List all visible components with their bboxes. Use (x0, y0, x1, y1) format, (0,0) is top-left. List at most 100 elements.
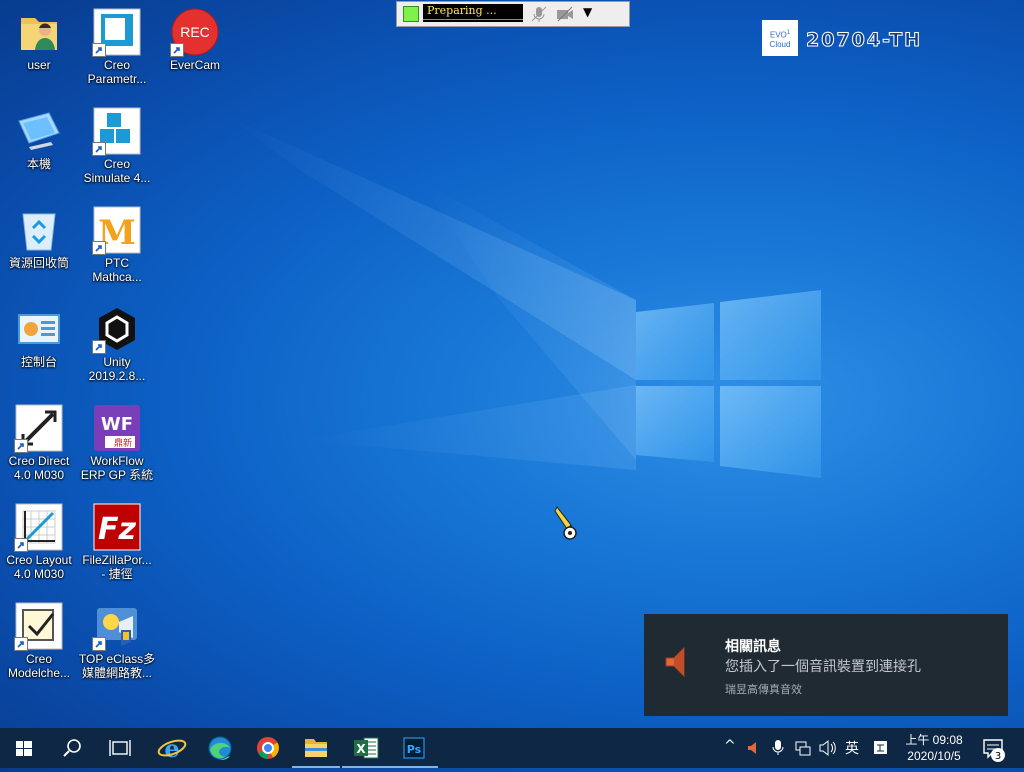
notification-source: 瑞昱高傳真音效 (725, 683, 802, 696)
evo-badge-line2: Cloud (769, 39, 791, 49)
windows-logo (636, 290, 821, 478)
desktop-icon-label: user (27, 58, 51, 72)
volume-icon[interactable] (818, 739, 838, 757)
task-view-icon[interactable] (96, 728, 144, 768)
desktop-icon-label: 資源回收筒 (8, 256, 69, 270)
evo-badge-sup: 1 (786, 30, 791, 36)
workflow-erp-sub-text: 鼎新 (114, 437, 132, 449)
desktop-icon-label: TOP eClass多 媒體網路教... (78, 652, 156, 680)
taskbar-clock[interactable]: 上午 09:08 2020/10/5 (898, 732, 970, 764)
shortcut-arrow-icon (14, 637, 28, 651)
workflow-erp-badge-text: WF (101, 414, 133, 435)
recorder-status-indicator (403, 6, 419, 22)
excel-text: X (356, 742, 366, 756)
show-hidden-icons-chevron[interactable]: ^ (724, 738, 736, 754)
ptc-mathcad-icon: M (92, 206, 141, 255)
svg-text:e: e (164, 734, 179, 763)
action-center-icon[interactable]: 3 (972, 728, 1024, 768)
desktop-icon-user[interactable]: user (0, 2, 78, 98)
creo-modelcheck-icon (14, 602, 63, 651)
creo-layout-icon (14, 503, 63, 552)
file-explorer-icon[interactable] (292, 728, 340, 768)
desktop-icon-creo-direct[interactable]: Creo Direct 4.0 M030 (0, 398, 78, 494)
desktop-icon-recycle-bin[interactable]: 資源回收筒 (0, 200, 78, 296)
shortcut-arrow-icon (92, 142, 106, 156)
desktop-icon-label: WorkFlow ERP GP 系統 (80, 454, 154, 482)
desktop-icon-label: Creo Parametr... (87, 58, 147, 86)
desktop-icon-ptc-mathcad[interactable]: M PTC Mathca... (78, 200, 156, 296)
desktop-icon-label: PTC Mathca... (92, 256, 142, 284)
desktop-icon-creo-parametric[interactable]: Creo Parametr... (78, 2, 156, 98)
shortcut-arrow-icon (92, 43, 106, 57)
desktop-icon-label: Creo Layout 4.0 M030 (6, 553, 72, 581)
photoshop-text: Ps (407, 743, 422, 756)
microphone-icon[interactable] (772, 739, 784, 757)
evo-cloud-badge: EVO1 Cloud (762, 20, 798, 56)
notification-title: 相關訊息 (725, 639, 781, 655)
evercam-rec-text: REC (180, 24, 210, 40)
desktop-icon-creo-simulate[interactable]: Creo Simulate 4... (78, 101, 156, 197)
machine-name: 20704-TH (805, 29, 923, 52)
desktop-icon-workflow-erp[interactable]: WF 鼎新 WorkFlow ERP GP 系統 (78, 398, 156, 494)
desktop-icon-label: Creo Simulate 4... (83, 157, 151, 185)
clock-date: 2020/10/5 (907, 749, 961, 763)
desktop-icon-creo-modelcheck[interactable]: Creo Modelche... (0, 596, 78, 692)
creo-direct-icon (14, 404, 63, 453)
shortcut-arrow-icon (14, 439, 28, 453)
photoshop-icon[interactable]: Ps (390, 728, 438, 768)
user-folder-icon (15, 8, 63, 56)
pen-cursor-icon (554, 506, 577, 540)
creo-simulate-icon (92, 107, 141, 156)
unity-icon (92, 305, 141, 354)
internet-explorer-icon[interactable]: e (148, 728, 196, 768)
workflow-erp-icon: WF 鼎新 (93, 404, 141, 452)
desktop-icon-filezilla[interactable]: Fz FileZillaPor... - 捷徑 (78, 497, 156, 593)
desktop-icon-evercam[interactable]: REC EverCam (156, 2, 234, 98)
desktop-icon-label: 本機 (26, 157, 51, 171)
network-icon[interactable] (794, 739, 812, 757)
desktop-icon-label: FileZillaPor... - 捷徑 (82, 553, 152, 581)
clock-time: 上午 09:08 (905, 733, 963, 747)
filezilla-icon: Fz (93, 503, 141, 551)
recorder-status-text: Preparing ... (423, 4, 523, 22)
svg-text:Fz: Fz (98, 512, 136, 547)
notification-count-badge: 3 (995, 751, 1001, 762)
taskbar: e X Ps ^ 英 3 (0, 728, 1024, 768)
chrome-icon[interactable] (244, 728, 292, 768)
speaker-icon[interactable] (746, 740, 762, 756)
creo-parametric-icon (92, 8, 141, 57)
windows-start-icon[interactable] (0, 728, 48, 768)
shortcut-arrow-icon (92, 340, 106, 354)
evercam-rec-icon: REC (170, 8, 219, 57)
shortcut-arrow-icon (92, 637, 106, 651)
edge-icon[interactable] (196, 728, 244, 768)
shortcut-arrow-icon (92, 241, 106, 255)
this-pc-icon (15, 107, 63, 155)
recorder-toolbar: Preparing ... ▼ (396, 1, 630, 27)
top-eclass-icon (92, 602, 141, 651)
microphone-muted-icon[interactable] (529, 4, 549, 24)
recycle-bin-icon (15, 206, 63, 254)
desktop-icon-this-pc[interactable]: 本機 (0, 101, 78, 197)
desktop-icon-creo-layout[interactable]: Creo Layout 4.0 M030 (0, 497, 78, 593)
desktop-icon-top-eclass[interactable]: TOP eClass多 媒體網路教... (78, 596, 156, 692)
desktop-icon-label: Creo Modelche... (7, 652, 71, 680)
desktop-icon-control-panel[interactable]: 控制台 (0, 299, 78, 395)
desktop-icon-label: 控制台 (20, 355, 57, 369)
shortcut-arrow-icon (170, 43, 184, 57)
desktop-icon-unity[interactable]: Unity 2019.2.8... (78, 299, 156, 395)
camera-muted-icon[interactable] (555, 4, 575, 24)
speaker-icon (665, 646, 685, 678)
desktop-icon-label: Creo Direct 4.0 M030 (8, 454, 70, 482)
desktop-icon-label: EverCam (169, 58, 220, 72)
search-icon[interactable] (48, 728, 96, 768)
ime-mode-icon[interactable] (872, 739, 890, 757)
notification-message: 您插入了一個音訊裝置到連接孔 (725, 659, 921, 675)
shortcut-arrow-icon (14, 538, 28, 552)
dropdown-arrow-icon[interactable]: ▼ (583, 5, 592, 19)
control-panel-icon (15, 305, 63, 353)
excel-icon[interactable]: X (342, 728, 390, 768)
evo-badge-line1: EVO (769, 30, 787, 40)
ime-language-indicator[interactable]: 英 (845, 738, 859, 758)
notification-toast[interactable]: 相關訊息 您插入了一個音訊裝置到連接孔 瑞昱高傳真音效 (644, 614, 1008, 716)
